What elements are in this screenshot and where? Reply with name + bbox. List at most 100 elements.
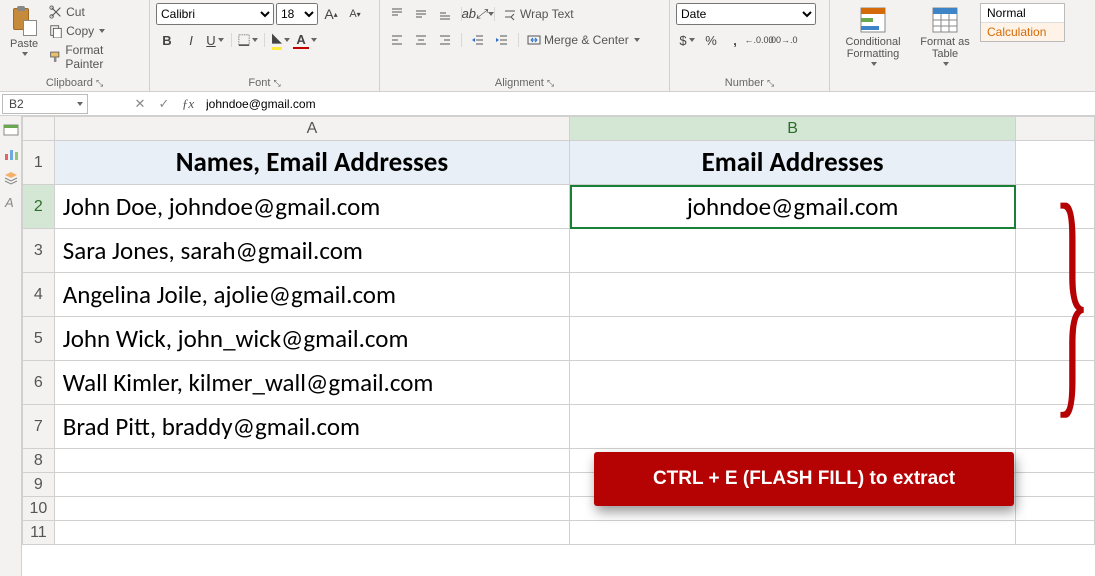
- paste-label: Paste: [10, 38, 38, 50]
- align-right-button[interactable]: [434, 29, 456, 51]
- cancel-formula-button[interactable]: ✕: [128, 96, 152, 112]
- cell-A4[interactable]: Angelina Joile, ajolie@gmail.com: [54, 273, 569, 317]
- conditional-formatting-button[interactable]: Conditional Formatting: [836, 3, 910, 66]
- align-bottom-icon: [438, 7, 452, 21]
- align-middle-button[interactable]: [410, 3, 432, 25]
- cell-B5[interactable]: [570, 317, 1016, 361]
- italic-button[interactable]: I: [180, 29, 202, 51]
- cell-A1[interactable]: Names, Email Addresses: [54, 141, 569, 185]
- font-name-select[interactable]: Calibri: [156, 3, 274, 25]
- outdent-icon: [471, 33, 485, 47]
- increase-decimal-button[interactable]: ←.0.00: [748, 29, 770, 51]
- clipboard-icon: [11, 6, 37, 36]
- name-box[interactable]: B2: [2, 94, 88, 114]
- row-header-5[interactable]: 5: [23, 317, 55, 361]
- sheet-tab-icon[interactable]: [3, 122, 19, 138]
- align-left-button[interactable]: [386, 29, 408, 51]
- grow-font-button[interactable]: A▴: [320, 3, 342, 25]
- cell-styles-gallery[interactable]: Normal Calculation: [980, 3, 1065, 42]
- row-header-4[interactable]: 4: [23, 273, 55, 317]
- row-header-3[interactable]: 3: [23, 229, 55, 273]
- cond-format-icon: [859, 6, 887, 34]
- layers-icon[interactable]: [3, 170, 19, 186]
- row-header-8[interactable]: 8: [23, 449, 55, 473]
- col-header-A[interactable]: A: [54, 117, 569, 141]
- percent-button[interactable]: %: [700, 29, 722, 51]
- row-header-7[interactable]: 7: [23, 405, 55, 449]
- currency-button[interactable]: $: [676, 29, 698, 51]
- align-bottom-button[interactable]: [434, 3, 456, 25]
- cell-A6[interactable]: Wall Kimler, kilmer_wall@gmail.com: [54, 361, 569, 405]
- style-calculation[interactable]: Calculation: [981, 22, 1064, 41]
- chevron-down-icon: [218, 38, 224, 42]
- format-as-table-button[interactable]: Format as Table: [914, 3, 976, 66]
- row-header-6[interactable]: 6: [23, 361, 55, 405]
- cell-A3[interactable]: Sara Jones, sarah@gmail.com: [54, 229, 569, 273]
- font-color-icon: A: [293, 32, 308, 49]
- row-header-2[interactable]: 2: [23, 185, 55, 229]
- cell-A2[interactable]: John Doe, johndoe@gmail.com: [54, 185, 569, 229]
- cell-A5[interactable]: John Wick, john_wick@gmail.com: [54, 317, 569, 361]
- merge-center-button[interactable]: Merge & Center: [524, 31, 654, 49]
- chevron-down-icon: [252, 38, 258, 42]
- cell-B4[interactable]: [570, 273, 1016, 317]
- copy-button[interactable]: Copy: [46, 22, 143, 40]
- increase-indent-button[interactable]: [491, 29, 513, 51]
- chevron-down-icon: [77, 102, 83, 106]
- border-button[interactable]: [237, 29, 259, 51]
- chevron-down-icon: [22, 52, 28, 56]
- accept-formula-button[interactable]: ✓: [152, 96, 176, 112]
- number-format-select[interactable]: Date: [676, 3, 816, 25]
- cell-B1[interactable]: Email Addresses: [570, 141, 1016, 185]
- align-top-button[interactable]: [386, 3, 408, 25]
- paste-button[interactable]: Paste: [6, 3, 42, 56]
- col-header-B[interactable]: B: [570, 117, 1016, 141]
- chart-icon[interactable]: [3, 146, 19, 162]
- fill-color-button[interactable]: ◣: [270, 29, 292, 51]
- align-center-icon: [414, 33, 428, 47]
- underline-button[interactable]: U: [204, 29, 226, 51]
- vertical-toolbar: A: [0, 116, 22, 576]
- shrink-font-button[interactable]: A▾: [344, 3, 366, 25]
- ribbon-group-font: Calibri 18 A▴ A▾ B I U ◣ A Font ⤡: [150, 0, 380, 91]
- row-header-10[interactable]: 10: [23, 497, 55, 521]
- scissors-icon: [49, 5, 63, 19]
- row-header-1[interactable]: 1: [23, 141, 55, 185]
- sheet-area: A A B 1 Names, Email Addresses Email Add…: [0, 116, 1095, 576]
- text-icon[interactable]: A: [3, 194, 19, 210]
- cell-B7[interactable]: [570, 405, 1016, 449]
- font-color-button[interactable]: A: [294, 29, 316, 51]
- fx-icon[interactable]: ƒx: [176, 96, 200, 112]
- cut-button[interactable]: Cut: [46, 3, 143, 21]
- row-header-11[interactable]: 11: [23, 521, 55, 545]
- flash-fill-callout: CTRL + E (FLASH FILL) to extract: [594, 452, 1014, 506]
- cell-B2[interactable]: johndoe@gmail.com: [570, 185, 1016, 229]
- wrap-icon: [503, 7, 517, 21]
- row-header-9[interactable]: 9: [23, 473, 55, 497]
- formula-input[interactable]: [200, 97, 1095, 111]
- spreadsheet-grid[interactable]: A B 1 Names, Email Addresses Email Addre…: [22, 116, 1095, 576]
- bold-button[interactable]: B: [156, 29, 178, 51]
- select-all-corner[interactable]: [23, 117, 55, 141]
- decrease-decimal-button[interactable]: .00→.0: [772, 29, 794, 51]
- decrease-indent-button[interactable]: [467, 29, 489, 51]
- cell-B3[interactable]: [570, 229, 1016, 273]
- comma-button[interactable]: ,: [724, 29, 746, 51]
- cell-B6[interactable]: [570, 361, 1016, 405]
- ribbon-group-number: Date $ % , ←.0.00 .00→.0 Number ⤡: [670, 0, 830, 91]
- formula-bar: B2 ✕ ✓ ƒx: [0, 92, 1095, 116]
- copy-icon: [49, 24, 63, 38]
- orientation-button[interactable]: ab⤢: [467, 3, 489, 25]
- align-center-button[interactable]: [410, 29, 432, 51]
- align-top-icon: [390, 7, 404, 21]
- ribbon-group-alignment: ab⤢ Wrap Text Merge & Center: [380, 0, 670, 91]
- border-icon: [238, 33, 250, 47]
- format-painter-button[interactable]: Format Painter: [46, 41, 143, 73]
- table-icon: [931, 6, 959, 34]
- col-header-tail[interactable]: [1016, 117, 1095, 141]
- style-normal[interactable]: Normal: [981, 4, 1064, 22]
- font-size-select[interactable]: 18: [276, 3, 318, 25]
- curly-brace-annotation: }: [1054, 166, 1091, 426]
- wrap-text-button[interactable]: Wrap Text: [500, 5, 610, 23]
- cell-A7[interactable]: Brad Pitt, braddy@gmail.com: [54, 405, 569, 449]
